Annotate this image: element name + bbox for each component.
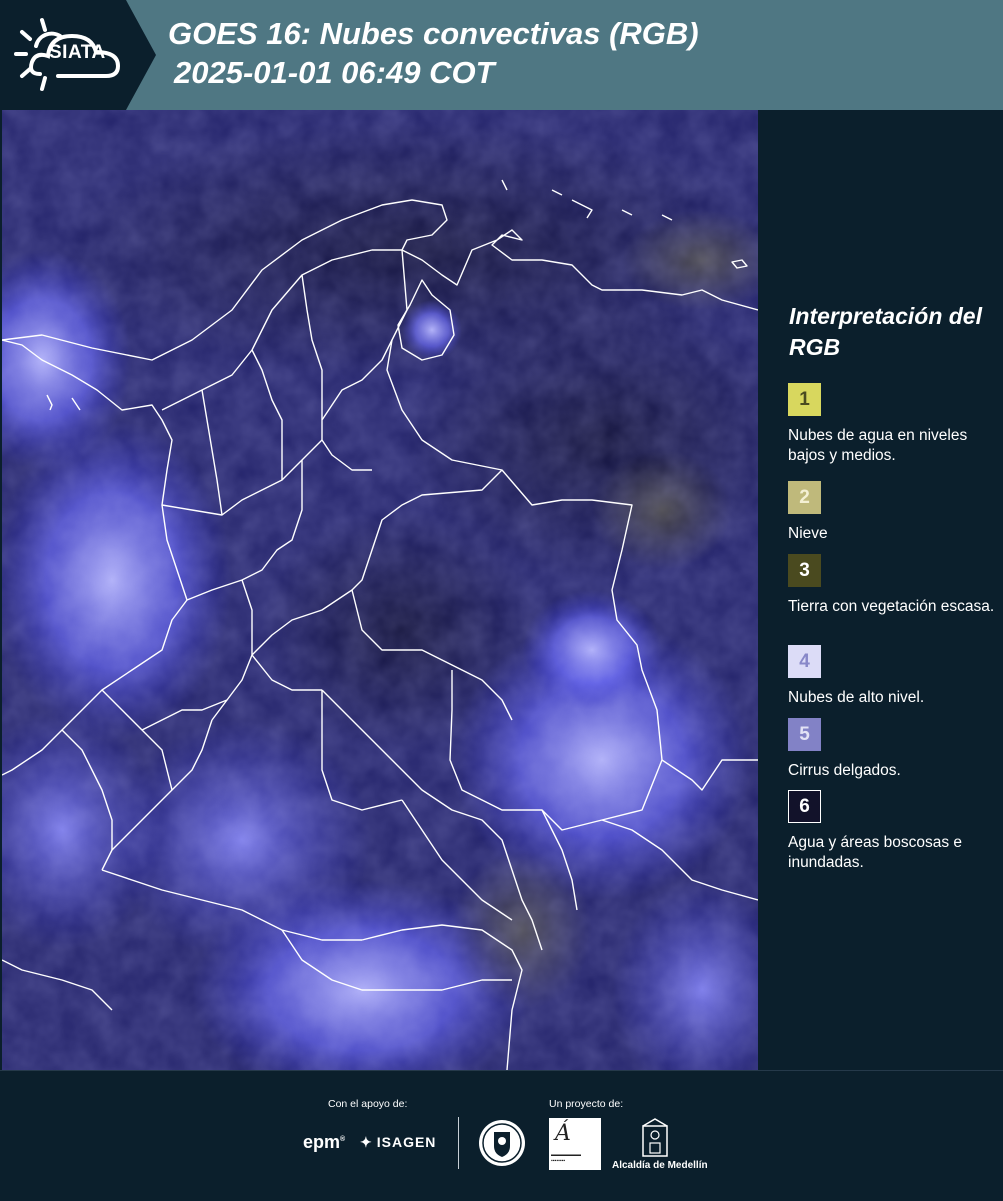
legend-panel: Interpretación del RGB 1 Nubes de agua e… [762, 110, 1003, 1070]
project-label: Un proyecto de: [549, 1098, 624, 1110]
alcaldia-building-icon [642, 1118, 668, 1157]
legend-label-5: Cirrus delgados. [788, 762, 901, 779]
legend-label-2: Nieve [788, 525, 828, 542]
sponsor-label: Con el apoyo de: [328, 1098, 408, 1110]
area-metropolitana-logo: Á ▬▬▬▬▬▬ ▪▪▪▪▪▪▪▪ [549, 1118, 601, 1170]
legend-item-6: 6 Agua y áreas boscosas e inundadas. [788, 790, 998, 873]
legend-item-1: 1 Nubes de agua en niveles bajos y medio… [788, 383, 998, 466]
page-title: GOES 16: Nubes convectivas (RGB) [168, 16, 699, 51]
isagen-logo-text: ISAGEN [376, 1134, 437, 1150]
legend-item-5: 5 Cirrus delgados. [788, 718, 998, 781]
legend-swatch-2: 2 [788, 481, 821, 514]
legend-item-2: 2 Nieve [788, 481, 998, 544]
epm-logo-text: epm [303, 1132, 341, 1152]
legend-swatch-5: 5 [788, 718, 821, 751]
legend-swatch-3: 3 [788, 554, 821, 587]
legend-label-1: Nubes de agua en niveles bajos y medios. [788, 427, 968, 464]
siata-logo-text: SIATA [49, 42, 106, 63]
legend-swatch-1: 1 [788, 383, 821, 416]
logo-block: SIATA [0, 0, 126, 110]
area-logo-subtext-icon: ▬▬▬▬▬▬ ▪▪▪▪▪▪▪▪ [551, 1152, 581, 1164]
page-timestamp: 2025-01-01 06:49 COT [174, 55, 495, 90]
legend-title: Interpretación del RGB [789, 303, 982, 360]
isagen-mark-icon: ✦ [360, 1134, 373, 1150]
alcaldia-medellin-text: Alcaldía de Medellín [612, 1160, 708, 1171]
isagen-logo: ✦ ISAGEN [360, 1134, 436, 1151]
medellin-seal-logo [479, 1120, 525, 1166]
legend-swatch-6: 6 [788, 790, 821, 823]
satellite-map[interactable] [2, 110, 758, 1070]
header-bar: SIATA GOES 16: Nubes convectivas (RGB) 2… [0, 0, 1003, 110]
footer: Con el apoyo de: Un proyecto de: epm® ✦ I… [0, 1070, 1003, 1201]
legend-label-3: Tierra con vegetación escasa. [788, 598, 995, 615]
legend-swatch-4: 4 [788, 645, 821, 678]
legend-label-4: Nubes de alto nivel. [788, 689, 925, 706]
logo-arrow [126, 0, 156, 110]
epm-logo: epm® [303, 1132, 346, 1152]
satellite-image [2, 110, 758, 1070]
footer-divider [458, 1117, 459, 1169]
area-logo-script-icon: Á [555, 1121, 571, 1146]
legend-item-4: 4 Nubes de alto nivel. [788, 645, 998, 708]
legend-label-6: Agua y áreas boscosas e inundadas. [788, 834, 963, 871]
legend-item-3: 3 Tierra con vegetación escasa. [788, 554, 998, 617]
